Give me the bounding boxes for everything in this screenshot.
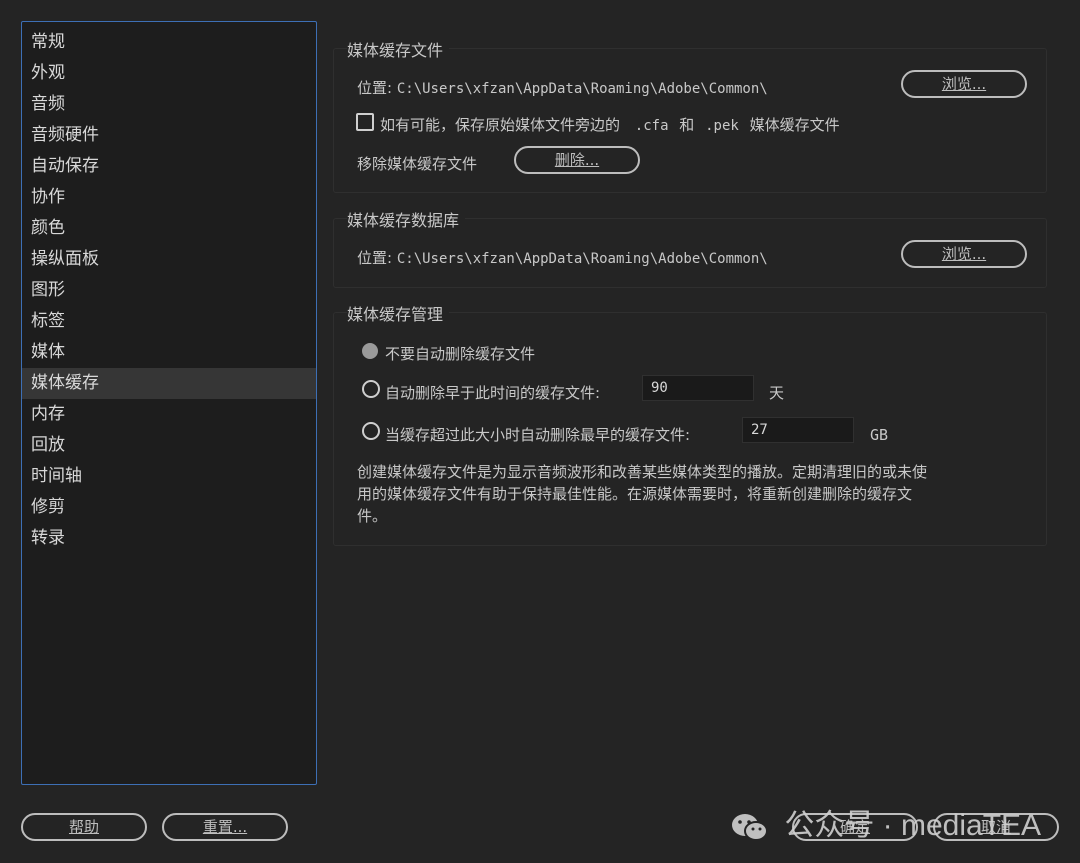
section-title: 媒体缓存数据库 (347, 207, 466, 231)
reset-button[interactable]: 重置... (162, 813, 288, 841)
sidebar-item[interactable]: 标签 (22, 306, 316, 337)
media-cache-db-section: 媒体缓存数据库 位置: C:\Users\xfzan\AppData\Roami… (333, 207, 1047, 288)
sidebar-item[interactable]: 颜色 (22, 213, 316, 244)
delete-exceeds-size-radio[interactable] (362, 422, 380, 440)
delete-older-than-label: 自动删除早于此时间的缓存文件: (385, 384, 601, 402)
sidebar-item[interactable]: 常规 (22, 27, 316, 58)
remove-label: 移除媒体缓存文件 (357, 155, 478, 173)
location-row: 位置: C:\Users\xfzan\AppData\Roaming\Adobe… (357, 77, 768, 98)
delete-older-than-radio[interactable] (362, 380, 380, 398)
location-path: C:\Users\xfzan\AppData\Roaming\Adobe\Com… (396, 81, 768, 97)
save-next-to-originals-label: 如有可能，保存原始媒体文件旁边的 .cfa 和 .pek 媒体缓存文件 (380, 114, 840, 135)
section-title: 媒体缓存管理 (347, 301, 450, 325)
location-row: 位置: C:\Users\xfzan\AppData\Roaming\Adobe… (357, 247, 768, 268)
media-cache-management-section: 媒体缓存管理 不要自动删除缓存文件 自动删除早于此时间的缓存文件: 90 天 当… (333, 301, 1047, 546)
save-next-text: 如有可能，保存原始媒体文件旁边的 (380, 116, 621, 134)
sidebar-item[interactable]: 协作 (22, 182, 316, 213)
media-cache-files-section: 媒体缓存文件 位置: C:\Users\xfzan\AppData\Roamin… (333, 37, 1047, 193)
and-text: 和 (679, 116, 695, 134)
watermark-text: 公众号 · mediaTEA (784, 809, 1042, 842)
sidebar-item[interactable]: 媒体 (22, 337, 316, 368)
cache-size-input[interactable]: 27 (742, 417, 854, 443)
delete-exceeds-size-label: 当缓存超过此大小时自动删除最早的缓存文件: (385, 426, 691, 444)
save-next-to-originals-checkbox[interactable] (356, 113, 374, 131)
location-label: 位置: (357, 249, 393, 267)
older-than-days-input[interactable]: 90 (642, 375, 754, 401)
sidebar-item[interactable]: 修剪 (22, 492, 316, 523)
sidebar-item[interactable]: 图形 (22, 275, 316, 306)
help-button[interactable]: 帮助 (21, 813, 147, 841)
cache-description: 创建媒体缓存文件是为显示音频波形和改善某些媒体类型的播放。定期清理旧的或未使用的… (357, 463, 928, 525)
sidebar-item[interactable]: 音频硬件 (22, 120, 316, 151)
location-label: 位置: (357, 79, 393, 97)
no-auto-delete-label: 不要自动删除缓存文件 (385, 345, 536, 363)
gb-unit-label: GB (870, 426, 889, 444)
wechat-icon (730, 812, 770, 842)
sidebar-item[interactable]: 内存 (22, 399, 316, 430)
delete-button[interactable]: 删除... (514, 146, 640, 174)
browse-button[interactable]: 浏览... (901, 240, 1027, 268)
location-path: C:\Users\xfzan\AppData\Roaming\Adobe\Com… (396, 251, 768, 267)
days-unit-label: 天 (769, 384, 785, 402)
no-auto-delete-radio[interactable] (362, 343, 378, 359)
browse-button[interactable]: 浏览... (901, 70, 1027, 98)
sidebar-item[interactable]: 媒体缓存 (22, 368, 316, 399)
save-next-suffix: 媒体缓存文件 (749, 116, 840, 134)
ext-pek: .pek (705, 118, 739, 134)
sidebar-item[interactable]: 操纵面板 (22, 244, 316, 275)
sidebar-item[interactable]: 外观 (22, 58, 316, 89)
ext-cfa: .cfa (634, 118, 669, 134)
sidebar-item[interactable]: 转录 (22, 523, 316, 554)
sidebar-item[interactable]: 音频 (22, 89, 316, 120)
preferences-sidebar: 常规 外观 音频 音频硬件 自动保存 协作 颜色 操纵面板 图形 标签 媒体 媒体缓存 内存 回放 时间轴修… (21, 21, 317, 785)
sidebar-item[interactable]: 时间轴 (22, 461, 316, 492)
watermark: 公众号 · mediaTEA (730, 800, 1041, 844)
section-title: 媒体缓存文件 (347, 37, 450, 61)
sidebar-item[interactable]: 自动保存 (22, 151, 316, 182)
sidebar-item[interactable]: 回放 (22, 430, 316, 461)
